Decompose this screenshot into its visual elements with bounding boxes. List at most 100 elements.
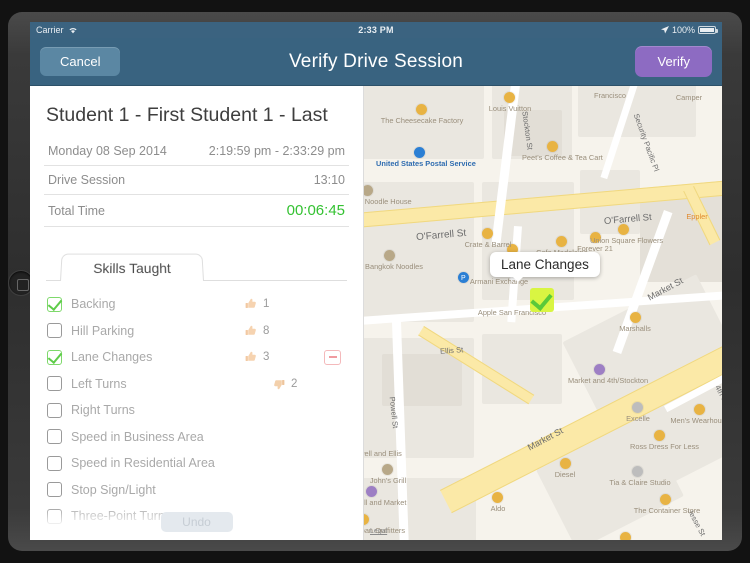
skill-checkbox[interactable] bbox=[47, 296, 62, 312]
cancel-button[interactable]: Cancel bbox=[40, 47, 121, 76]
poi-label-diesel: Diesel bbox=[554, 470, 576, 479]
poi-label-mens-wearhouse: Men's Wearhouse bbox=[670, 416, 722, 425]
poi-icon-louis-vuitton[interactable] bbox=[504, 92, 515, 103]
poi-label-louis-vuitton: Louis Vuitton bbox=[488, 104, 532, 113]
skill-row[interactable]: Speed in Business Area bbox=[44, 424, 349, 451]
skill-checkbox[interactable] bbox=[47, 508, 62, 524]
app-screen: Carrier 2:33 PM 100% Cancel Verify Drive… bbox=[30, 22, 722, 540]
poi-icon-marshalls[interactable] bbox=[630, 312, 641, 323]
skill-rating[interactable]: 1 bbox=[244, 297, 269, 311]
skill-row[interactable]: Backing 1 bbox=[44, 291, 349, 318]
main-content: Student 1 - First Student 1 - Last Monda… bbox=[30, 86, 722, 540]
drive-session-label: Drive Session bbox=[48, 173, 126, 187]
skill-checkbox[interactable] bbox=[47, 349, 62, 365]
poi-icon-diesel[interactable] bbox=[560, 458, 571, 469]
map-canvas[interactable]: O'Farrell St O'Farrell St Stockton St Se… bbox=[364, 86, 722, 540]
svg-text:P: P bbox=[461, 275, 466, 281]
poi-label-camper: Camper bbox=[675, 93, 703, 102]
skill-label: Hill Parking bbox=[71, 323, 135, 338]
skill-count: 8 bbox=[263, 324, 270, 337]
map-legal-link[interactable]: Legal bbox=[370, 528, 387, 535]
map-pane[interactable]: O'Farrell St O'Farrell St Stockton St Se… bbox=[364, 86, 722, 540]
poi-icon-tia-claire-studio[interactable] bbox=[632, 466, 643, 477]
poi-icon-aldo[interactable] bbox=[492, 492, 503, 503]
status-right: 100% bbox=[660, 22, 718, 38]
skill-row[interactable]: Speed in Residential Area bbox=[44, 450, 349, 477]
poi-icon-mens-wearhouse[interactable] bbox=[694, 404, 705, 415]
skill-label: Stop Sign/Light bbox=[71, 482, 156, 497]
drive-session-row: Drive Session 13:10 bbox=[44, 166, 349, 195]
skill-checkbox[interactable] bbox=[47, 482, 62, 498]
poi-icon-peets-coffee[interactable] bbox=[547, 141, 558, 152]
total-time-value: 00:06:45 bbox=[286, 202, 345, 219]
poi-label-thai-noodle-house: Thai Noodle House bbox=[364, 197, 412, 206]
battery-icon bbox=[698, 26, 718, 34]
skill-count: 1 bbox=[263, 298, 270, 311]
total-time-label: Total Time bbox=[48, 203, 105, 218]
poi-label-bangkok-noodles: Bangkok Noodles bbox=[365, 262, 423, 271]
skill-label: Right Turns bbox=[71, 403, 135, 418]
street-label-ellis: Ellis St bbox=[439, 345, 464, 356]
skill-checkbox[interactable] bbox=[47, 376, 62, 392]
poi-icon-powell-and-market[interactable] bbox=[366, 486, 377, 497]
poi-icon-union-square-flowers[interactable] bbox=[618, 224, 629, 235]
skill-row[interactable]: Hill Parking 8 bbox=[44, 318, 349, 345]
skill-count: 3 bbox=[263, 351, 270, 364]
poi-label-peets-coffee: Peet's Coffee & Tea Cart bbox=[522, 153, 603, 162]
skill-rating[interactable]: 8 bbox=[244, 324, 269, 338]
skill-row[interactable]: Stop Sign/Light bbox=[44, 477, 349, 504]
ipad-device: Carrier 2:33 PM 100% Cancel Verify Drive… bbox=[0, 0, 750, 563]
poi-label-marshalls: Marshalls bbox=[619, 324, 651, 333]
poi-label-cheesecake-factory: The Cheesecake Factory bbox=[380, 116, 464, 125]
lane-changes-map-marker[interactable] bbox=[530, 288, 554, 312]
navigation-bar: Cancel Verify Drive Session Verify bbox=[30, 38, 722, 86]
skill-checkbox[interactable] bbox=[47, 429, 62, 445]
poi-label-powell-and-market: Powell and Market bbox=[364, 498, 407, 507]
poi-icon-usps[interactable] bbox=[414, 147, 425, 158]
skill-row[interactable]: Lane Changes 3 bbox=[44, 344, 349, 371]
remove-skill-badge[interactable] bbox=[324, 349, 341, 365]
poi-icon-container-store[interactable] bbox=[660, 494, 671, 505]
skill-row[interactable]: Right Turns bbox=[44, 397, 349, 424]
thumbs-up-icon bbox=[244, 350, 258, 364]
skill-row[interactable]: Left Turns 2 bbox=[44, 371, 349, 398]
poi-icon-cheesecake-factory[interactable] bbox=[416, 104, 427, 115]
skill-rating[interactable]: 3 bbox=[244, 350, 269, 364]
poi-label-aldo: Aldo bbox=[490, 504, 506, 513]
poi-label-johns-grill: John's Grill bbox=[369, 476, 407, 485]
thumbs-up-icon bbox=[244, 324, 258, 338]
student-name: Student 1 - First Student 1 - Last bbox=[46, 104, 328, 126]
poi-label-ross-dress-for-less: Ross Dress For Less bbox=[630, 442, 699, 451]
skill-checkbox[interactable] bbox=[47, 455, 62, 471]
thumbs-down-icon bbox=[272, 377, 286, 391]
poi-icon-bangkok-noodles[interactable] bbox=[384, 250, 395, 261]
poi-icon-parking[interactable]: P bbox=[458, 272, 469, 283]
page-title: Verify Drive Session bbox=[288, 50, 463, 72]
poi-icon-old-navy[interactable] bbox=[620, 532, 631, 540]
thumbs-up-icon bbox=[244, 297, 258, 311]
tab-skills-taught[interactable]: Skills Taught bbox=[60, 253, 204, 281]
skill-count: 2 bbox=[291, 377, 298, 390]
session-detail-pane: Student 1 - First Student 1 - Last Monda… bbox=[30, 86, 364, 540]
poi-icon-market-4th-stockton[interactable] bbox=[594, 364, 605, 375]
poi-label-francisco: Francisco bbox=[593, 91, 627, 100]
poi-icon-excelle[interactable] bbox=[632, 402, 643, 413]
poi-label-market-4th-stockton: Market and 4th/Stockton bbox=[568, 376, 649, 385]
skill-rating[interactable]: 2 bbox=[272, 377, 297, 391]
poi-icon-johns-grill[interactable] bbox=[382, 464, 393, 475]
skill-checkbox[interactable] bbox=[47, 323, 62, 339]
skill-label: Left Turns bbox=[71, 376, 127, 391]
session-date: Monday 08 Sep 2014 bbox=[48, 144, 167, 158]
verify-button[interactable]: Verify bbox=[635, 46, 712, 77]
session-time-range: 2:19:59 pm - 2:33:29 pm bbox=[208, 144, 345, 158]
poi-icon-crate-and-barrel[interactable] bbox=[482, 228, 493, 239]
poi-icon-ross-dress-for-less[interactable] bbox=[654, 430, 665, 441]
session-date-row: Monday 08 Sep 2014 2:19:59 pm - 2:33:29 … bbox=[44, 137, 349, 166]
location-arrow-icon bbox=[660, 26, 669, 34]
skills-list: Backing 1 Hill Parking 8 Lane Changes 3 Left T… bbox=[44, 291, 349, 530]
undo-button[interactable]: Undo bbox=[160, 512, 233, 532]
poi-label-powell-and-ellis: Powell and Ellis bbox=[364, 449, 402, 458]
drive-session-value: 13:10 bbox=[313, 173, 345, 187]
map-callout[interactable]: Lane Changes bbox=[490, 252, 600, 282]
skill-checkbox[interactable] bbox=[47, 402, 62, 418]
